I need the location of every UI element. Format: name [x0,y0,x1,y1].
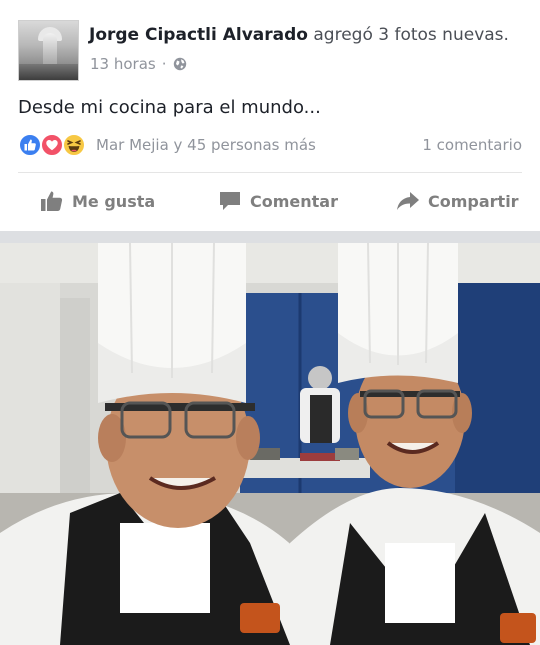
thumbs-up-icon [40,190,64,212]
comment-button[interactable]: Comentar [218,178,338,224]
author-name[interactable]: Jorge Cipactli Alvarado [89,25,308,45]
post-photo[interactable] [0,243,540,645]
like-label: Me gusta [72,191,156,211]
share-arrow-icon [396,190,420,212]
share-button[interactable]: Compartir [396,178,519,224]
post-text: Desde mi cocina para el mundo... [18,97,321,118]
feed-separator [0,231,540,243]
reaction-icons[interactable] [18,132,92,158]
meta-separator: · [161,55,167,73]
header-line: Jorge Cipactli Alvarado agregó 3 fotos n… [89,25,509,45]
like-icon [18,133,42,157]
chefs-selfie-photo [0,243,540,645]
avatar-ground [19,64,78,80]
reaction-names[interactable]: Mar Mejia y 45 personas más [96,136,316,154]
comment-label: Comentar [250,191,338,211]
author-avatar[interactable] [18,20,79,81]
love-icon [40,133,64,157]
comment-count[interactable]: 1 comentario [422,136,522,154]
post-timestamp[interactable]: 13 horas [90,55,156,73]
post-actions: Me gusta Comentar Compartir [0,178,540,224]
share-label: Compartir [428,191,519,211]
globe-icon[interactable] [173,57,187,71]
action-divider [18,172,522,173]
post-action-text: agregó 3 fotos nuevas. [313,25,509,45]
haha-icon [62,133,86,157]
post-meta: 13 horas · [90,55,187,73]
post-header: Jorge Cipactli Alvarado agregó 3 fotos n… [0,0,540,90]
like-button[interactable]: Me gusta [40,178,155,224]
reactions-row: Mar Mejia y 45 personas más 1 comentario [18,130,522,160]
comment-bubble-icon [218,190,242,212]
